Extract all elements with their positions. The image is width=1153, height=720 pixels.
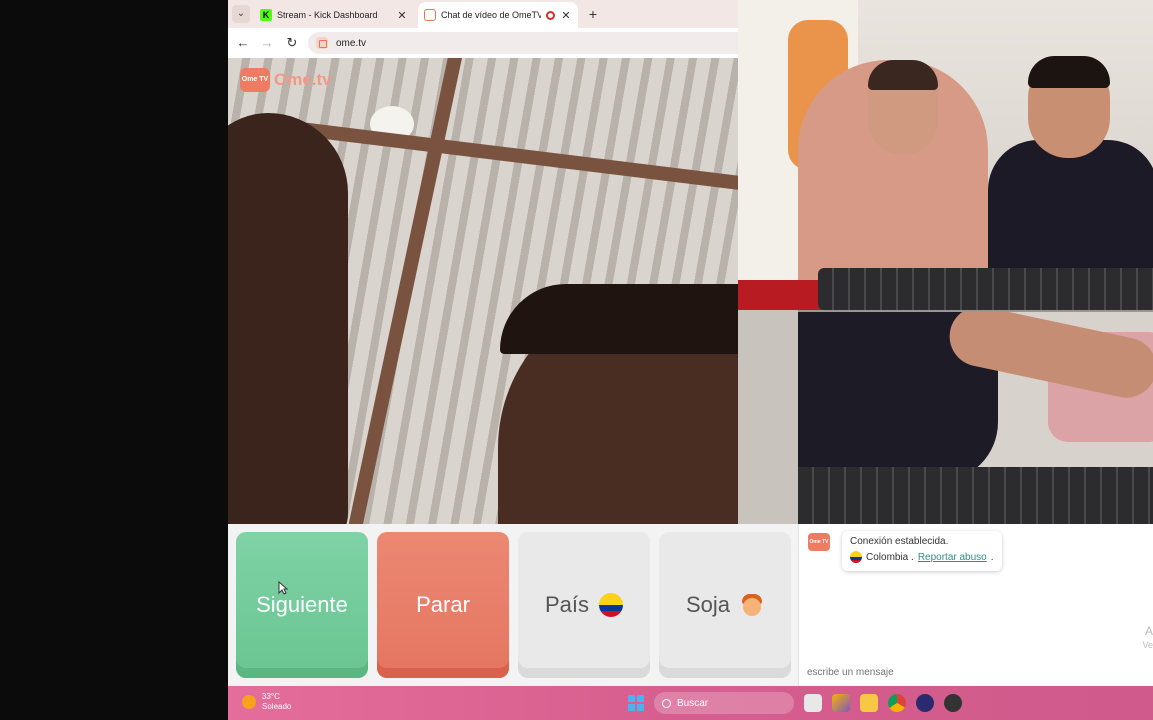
- report-suffix: .: [990, 551, 994, 563]
- temperature: 33°C: [262, 692, 280, 701]
- new-tab-icon[interactable]: +: [584, 5, 602, 23]
- ometv-logo: Ome TV Ome.tv: [240, 68, 332, 92]
- side-overlay-text: A Ve: [1142, 624, 1153, 652]
- url-text: ome.tv: [336, 37, 367, 49]
- recording-icon: [546, 10, 555, 20]
- colombia-flag-icon: [599, 593, 624, 617]
- tab-title: Chat de vídeo de OmeTV: al: [441, 10, 541, 20]
- red-light: [738, 280, 828, 310]
- stop-label: Parar: [416, 592, 470, 617]
- weather-widget[interactable]: 33°C Soleado: [242, 692, 291, 712]
- windows-taskbar: 33°C Soleado Buscar: [228, 686, 1153, 720]
- browser-toolbar: ← → ↻ ome.tv: [228, 28, 738, 58]
- taskbar-search[interactable]: Buscar: [654, 692, 794, 714]
- tab-title: Stream - Kick Dashboard: [277, 10, 378, 20]
- forward-arrow-icon[interactable]: →: [259, 35, 275, 51]
- app-icon[interactable]: [944, 694, 962, 712]
- gender-label: Soja: [685, 592, 731, 617]
- stranger-video: [228, 58, 798, 524]
- brand-name: Ome.tv: [274, 70, 332, 89]
- kick-icon: K: [260, 9, 272, 21]
- second-camera: [798, 312, 1153, 524]
- chat-controls: Siguiente Parar País Soja: [228, 524, 798, 686]
- message-input[interactable]: [799, 658, 1153, 686]
- report-abuse-link[interactable]: Reportar abuso: [918, 552, 987, 563]
- boy-icon: [740, 593, 764, 617]
- copilot-icon[interactable]: [832, 694, 850, 712]
- address-bar[interactable]: ome.tv: [308, 32, 738, 54]
- colombia-flag-icon: [850, 551, 862, 563]
- streamer-webcam: [738, 0, 1153, 524]
- black-margin: [0, 0, 228, 720]
- windows-start-icon[interactable]: [628, 695, 644, 711]
- file-explorer-icon[interactable]: [860, 694, 878, 712]
- reload-icon[interactable]: ↻: [284, 35, 300, 51]
- country-line: Colombia . Reportar abuso.: [850, 551, 994, 563]
- sun-icon: [242, 695, 256, 709]
- task-view-icon[interactable]: [804, 694, 822, 712]
- ometv-avatar: Ome TV: [808, 533, 830, 551]
- country-label: País: [544, 592, 590, 617]
- next-button[interactable]: Siguiente: [236, 532, 368, 678]
- gender-button[interactable]: Soja: [659, 532, 791, 678]
- browser-window: ⌄ K Stream - Kick Dashboard ✕ Chat de ví…: [228, 0, 738, 58]
- system-message: Conexión establecida. Colombia . Reporta…: [842, 531, 1002, 571]
- ometv-icon: [424, 9, 436, 21]
- next-label: Siguiente: [256, 592, 348, 617]
- site-info-icon[interactable]: [316, 37, 328, 49]
- keyboard: [798, 467, 1153, 524]
- screen: ⌄ K Stream - Kick Dashboard ✕ Chat de ví…: [0, 0, 1153, 720]
- tab-kick-dashboard[interactable]: K Stream - Kick Dashboard ✕: [254, 2, 414, 28]
- close-icon[interactable]: ✕: [396, 9, 408, 22]
- back-arrow-icon[interactable]: ←: [235, 35, 251, 51]
- stop-button[interactable]: Parar: [377, 532, 509, 678]
- country-button[interactable]: País: [518, 532, 650, 678]
- taskbar-center: Buscar: [628, 692, 962, 714]
- chat-panel: Ome TV Conexión establecida. Colombia . …: [798, 524, 1153, 686]
- connection-status: Conexión establecida.: [850, 536, 949, 547]
- search-icon: [662, 698, 671, 708]
- streamer-one-hair: [868, 60, 938, 90]
- side-text: Ve: [1142, 640, 1153, 650]
- search-label: Buscar: [677, 697, 709, 709]
- obs-icon[interactable]: [916, 694, 934, 712]
- close-icon[interactable]: ✕: [560, 9, 572, 22]
- weather-condition: Soleado: [262, 702, 292, 711]
- tab-search-icon[interactable]: ⌄: [232, 5, 250, 23]
- mouse-cursor-icon: [278, 581, 288, 595]
- tab-bar: ⌄ K Stream - Kick Dashboard ✕ Chat de ví…: [228, 0, 738, 28]
- streamer-two-hair: [1028, 56, 1110, 88]
- tv-icon: Ome TV: [240, 68, 270, 92]
- side-text: A: [1144, 624, 1153, 638]
- tab-ometv-chat[interactable]: Chat de vídeo de OmeTV: al ✕: [418, 2, 578, 28]
- keyboard: [818, 268, 1153, 310]
- chrome-icon[interactable]: [888, 694, 906, 712]
- person-left: [228, 113, 348, 524]
- country-name: Colombia .: [866, 551, 914, 563]
